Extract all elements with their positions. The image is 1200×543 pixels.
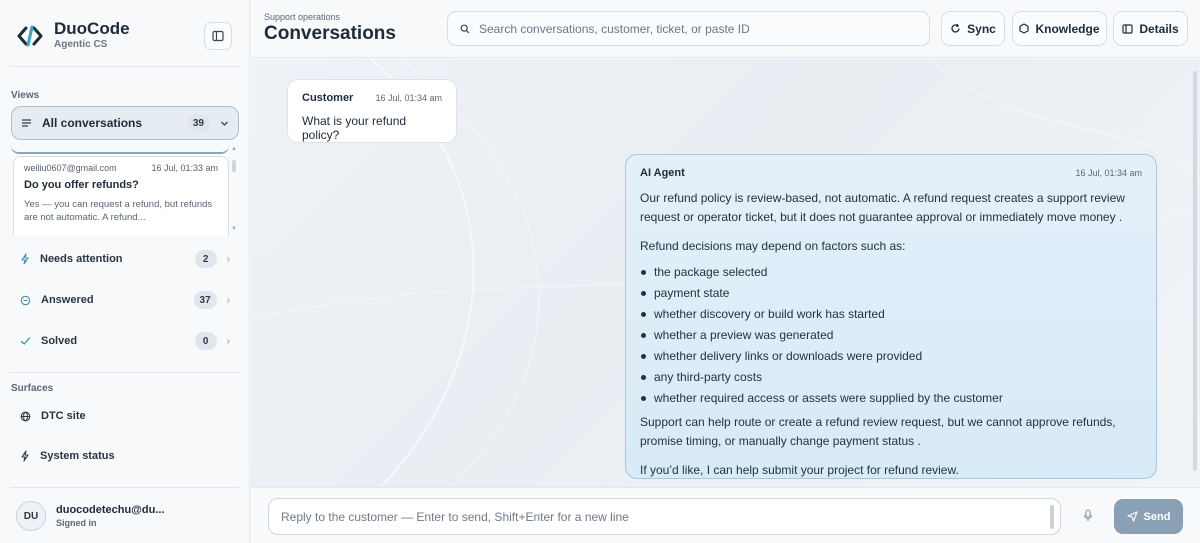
- system-status-label: System status: [40, 450, 115, 462]
- microphone-icon[interactable]: [1083, 509, 1093, 522]
- reply-input[interactable]: [281, 509, 1041, 524]
- sidebar: DuoCode Agentic CS Views All conversatio…: [0, 0, 250, 543]
- message-text: What is your refund policy?: [302, 114, 407, 142]
- composer: Send: [251, 487, 1200, 543]
- message-time: 16 Jul, 01:34 am: [1075, 168, 1142, 178]
- conversation-preview-list[interactable]: weiliu0607@gmail.com 16 Jul, 01:33 am Do…: [11, 146, 239, 236]
- divider: [10, 66, 239, 67]
- knowledge-button[interactable]: Knowledge: [1012, 11, 1107, 46]
- search-icon: [460, 24, 470, 33]
- agent-message: AI Agent 16 Jul, 01:34 am Our refund pol…: [625, 154, 1157, 479]
- message-sender: Customer: [302, 92, 354, 104]
- dtc-site-label: DTC site: [41, 410, 86, 422]
- scroll-down-arrow[interactable]: ▼: [231, 226, 237, 232]
- view-needs-attention[interactable]: Needs attention 2 ›: [11, 244, 239, 274]
- details-button[interactable]: Details: [1113, 11, 1188, 46]
- lightning-icon: [21, 253, 29, 265]
- view-answered[interactable]: Answered 37 ›: [11, 285, 239, 315]
- lightning-icon: [21, 450, 29, 462]
- agent-support-text: Support can help route or create a refun…: [640, 415, 1116, 448]
- sync-label: Sync: [967, 21, 996, 36]
- preview-snippet: Yes — you can request a refund, but refu…: [24, 199, 213, 223]
- view-all-label: All conversations: [42, 116, 143, 130]
- preview-scrollbar[interactable]: [232, 160, 236, 172]
- agent-closing-text: If you’d like, I can help submit your pr…: [640, 463, 959, 477]
- message-sender: AI Agent: [640, 167, 685, 179]
- thread-scrollbar[interactable]: [1192, 61, 1198, 483]
- page-title: Conversations: [264, 23, 396, 44]
- conversation-thread[interactable]: Customer 16 Jul, 01:34 am What is your r…: [251, 59, 1200, 487]
- all-conversations-count: 39: [186, 114, 210, 132]
- send-icon: [1126, 511, 1138, 522]
- avatar: DU: [16, 501, 46, 531]
- brand-logo-icon: [17, 25, 43, 46]
- surface-system-status[interactable]: System status: [11, 441, 239, 471]
- scrollbar-thumb[interactable]: [1193, 71, 1197, 471]
- preview-time: 16 Jul, 01:33 am: [151, 163, 218, 173]
- globe-icon: [20, 411, 31, 421]
- knowledge-label: Knowledge: [1035, 21, 1100, 36]
- answered-label: Answered: [41, 294, 94, 306]
- agent-factors-intro: Refund decisions may depend on factors s…: [640, 239, 906, 253]
- search-input[interactable]: [479, 21, 899, 36]
- list-item: whether required access or assets were s…: [640, 388, 1142, 409]
- solved-count: 0: [194, 332, 217, 350]
- list-item: whether delivery links or downloads were…: [640, 346, 1142, 367]
- search-bar[interactable]: [447, 11, 930, 46]
- divider: [10, 372, 239, 373]
- chat-bubble-icon: [20, 295, 31, 305]
- user-profile[interactable]: DU duocodetechu@du... Signed in: [16, 501, 165, 531]
- reply-box[interactable]: [268, 498, 1061, 535]
- list-item: whether a preview was generated: [640, 325, 1142, 346]
- scroll-up-arrow[interactable]: ▲: [231, 146, 237, 152]
- chevron-right-icon: ›: [226, 335, 230, 347]
- chevron-right-icon: ›: [226, 253, 230, 265]
- reply-scrollbar[interactable]: [1050, 505, 1054, 529]
- hexagon-icon: [1019, 23, 1030, 34]
- view-solved[interactable]: Solved 0 ›: [11, 326, 239, 356]
- preview-title: Do you offer refunds?: [24, 179, 139, 191]
- sidebar-toggle-icon: [212, 30, 224, 42]
- list-icon: [22, 119, 31, 127]
- refresh-icon: [951, 23, 960, 33]
- needs-attention-label: Needs attention: [40, 253, 123, 265]
- list-item: any third-party costs: [640, 367, 1142, 388]
- chevron-down-icon: [221, 121, 228, 126]
- preview-email: weiliu0607@gmail.com: [24, 163, 117, 173]
- details-label: Details: [1139, 21, 1179, 36]
- user-status: Signed in: [56, 518, 97, 528]
- agent-intro-text: Our refund policy is review-based, not a…: [640, 191, 1125, 224]
- collapse-sidebar-button[interactable]: [204, 22, 232, 50]
- list-top-edge: [11, 146, 229, 154]
- solved-label: Solved: [41, 335, 78, 347]
- needs-attention-count: 2: [194, 250, 217, 268]
- list-item: whether discovery or build work has star…: [640, 304, 1142, 325]
- send-button[interactable]: Send: [1114, 499, 1183, 534]
- refund-factors-list: the package selected payment state wheth…: [640, 262, 1142, 409]
- customer-message: Customer 16 Jul, 01:34 am What is your r…: [287, 79, 457, 143]
- answered-count: 37: [193, 291, 217, 309]
- surfaces-label: Surfaces: [11, 383, 54, 394]
- conversation-preview-card[interactable]: weiliu0607@gmail.com 16 Jul, 01:33 am Do…: [13, 156, 229, 236]
- views-label: Views: [11, 90, 40, 101]
- breadcrumb: Support operations: [264, 12, 341, 22]
- view-all-conversations[interactable]: All conversations 39: [11, 106, 239, 140]
- brand-name: DuoCode: [54, 19, 130, 38]
- chevron-right-icon: ›: [226, 294, 230, 306]
- divider: [10, 487, 239, 488]
- surface-dtc-site[interactable]: DTC site: [11, 401, 239, 431]
- message-time: 16 Jul, 01:34 am: [375, 93, 442, 103]
- list-item: the package selected: [640, 262, 1142, 283]
- list-item: payment state: [640, 283, 1142, 304]
- header: Support operations Conversations Sync Kn…: [251, 0, 1200, 58]
- brand[interactable]: DuoCode Agentic CS: [16, 20, 130, 51]
- check-icon: [20, 337, 31, 345]
- user-name: duocodetechu@du...: [56, 504, 165, 516]
- sync-button[interactable]: Sync: [941, 11, 1005, 46]
- panel-icon: [1122, 23, 1133, 34]
- brand-subtitle: Agentic CS: [54, 39, 108, 50]
- send-label: Send: [1143, 510, 1171, 523]
